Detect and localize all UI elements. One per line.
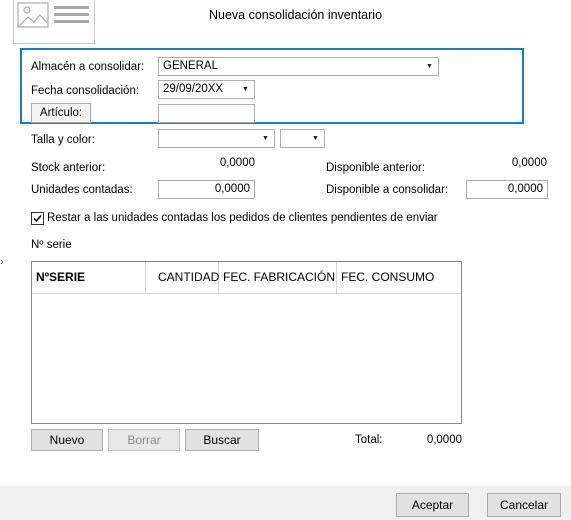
grid-header-nserie[interactable]: NºSERIE [32,262,146,293]
chevron-down-icon[interactable]: ▼ [257,130,274,147]
stock-anterior-label: Stock anterior: [31,162,106,174]
footer-bar [0,486,571,520]
chevron-down-icon[interactable]: ▼ [237,81,254,98]
grid-header-fec-consumo[interactable]: FEC. CONSUMO [337,262,461,293]
chevron-down-icon[interactable]: ▼ [421,58,438,75]
chevron-down-icon[interactable]: ▼ [307,130,324,147]
grid-header-cantidad[interactable]: CANTIDAD [146,262,219,293]
almacen-label: Almacén a consolidar: [31,61,145,73]
restar-checkbox[interactable] [31,212,44,225]
articulo-button[interactable]: Artículo: [31,103,91,123]
almacen-value: GENERAL [163,60,218,72]
fecha-picker[interactable]: 29/09/20XX ▼ [158,80,255,99]
grid-header-fec-fabricacion[interactable]: FEC. FABRICACIÓN [219,262,337,293]
restar-checkbox-label[interactable]: Restar a las unidades contadas los pedid… [47,212,438,224]
nserie-label: Nº serie [31,239,72,251]
color-select[interactable]: ▼ [280,129,325,148]
disponible-consolidar-input[interactable]: 0,0000 [466,180,548,199]
disponible-anterior-label: Disponible anterior: [326,162,426,174]
unidades-contadas-input[interactable]: 0,0000 [158,180,255,199]
fecha-value: 29/09/20XX [163,83,224,95]
checkmark-icon [33,215,42,223]
stock-anterior-value: 0,0000 [219,157,255,169]
articulo-input[interactable] [158,104,255,123]
chevron-right-icon: › [0,256,4,268]
almacen-select[interactable]: GENERAL ▼ [158,57,439,76]
buscar-button[interactable]: Buscar [185,429,259,451]
grid-header: NºSERIE CANTIDAD FEC. FABRICACIÓN FEC. C… [32,262,461,294]
disponible-anterior-value: 0,0000 [511,157,547,169]
talla-select[interactable]: ▼ [158,129,275,148]
cancelar-button[interactable]: Cancelar [487,493,561,517]
serial-grid[interactable]: NºSERIE CANTIDAD FEC. FABRICACIÓN FEC. C… [31,261,462,424]
total-label: Total: [355,434,383,446]
borrar-button[interactable]: Borrar [108,429,180,451]
unidades-contadas-label: Unidades contadas: [31,184,133,196]
aceptar-button[interactable]: Aceptar [396,493,469,517]
disponible-consolidar-label: Disponible a consolidar: [326,184,449,196]
nuevo-button[interactable]: Nuevo [31,429,103,451]
window-title: Nueva consolidación inventario [209,8,383,22]
fecha-label: Fecha consolidación: [31,85,140,97]
talla-label: Talla y color: [31,134,95,146]
document-image-icon [13,0,95,44]
total-value: 0,0000 [426,434,462,446]
